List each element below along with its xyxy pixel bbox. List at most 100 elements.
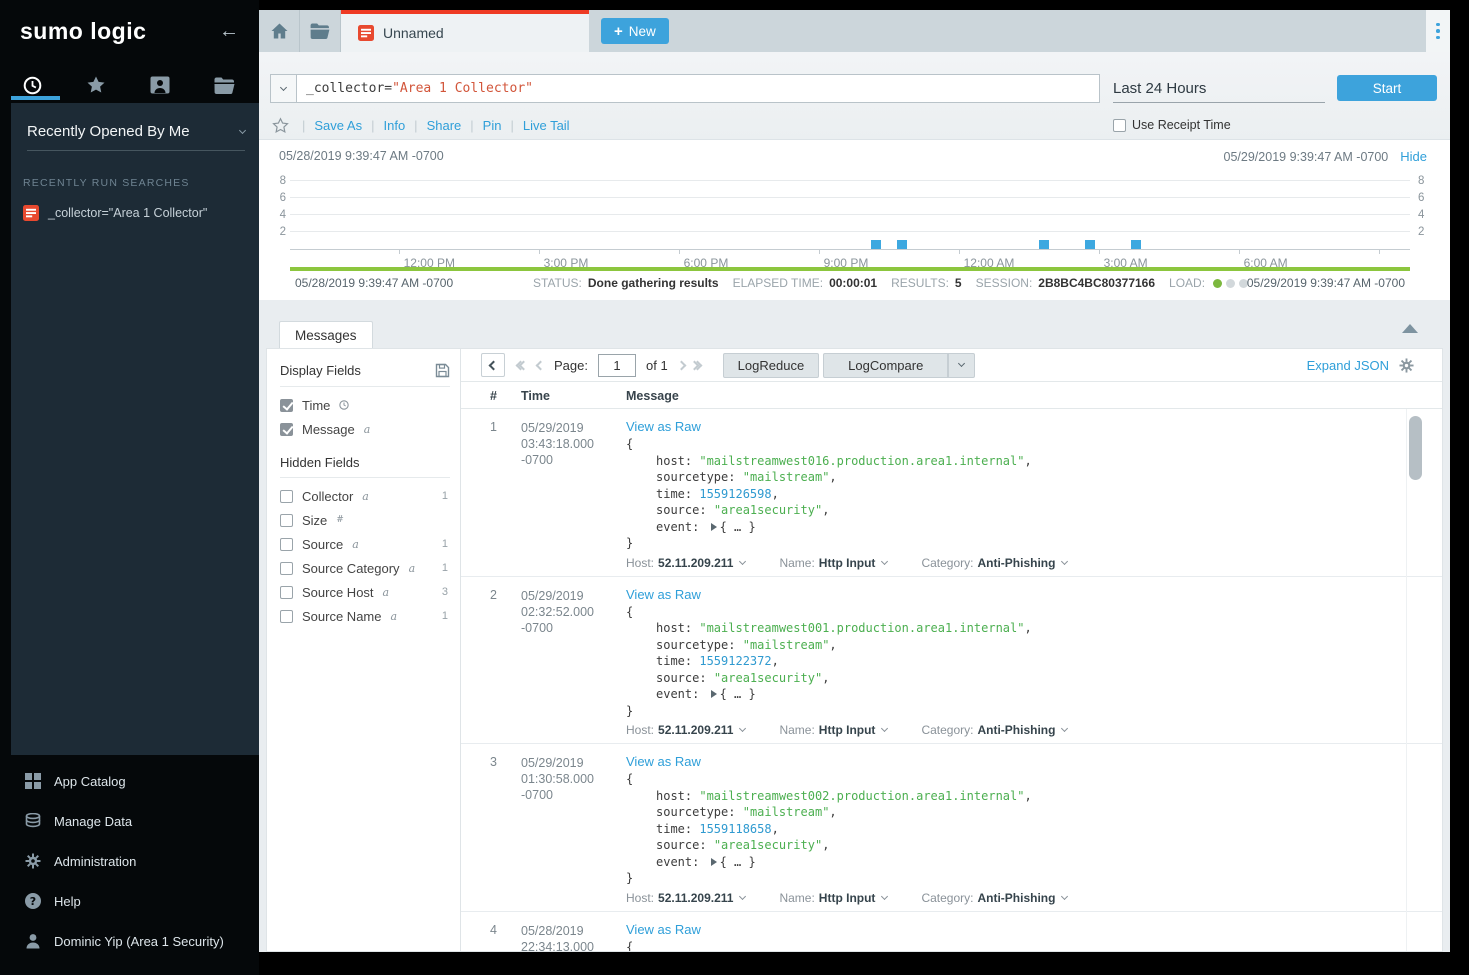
field-type-string: a <box>409 562 416 575</box>
message-list: Page: of 1 LogReduce LogCompare Expand J… <box>461 349 1442 951</box>
table-row[interactable]: 1 05/29/201903:43:18.000 -0700 View as R… <box>461 409 1442 577</box>
sidebar-item-manage-data[interactable]: Manage Data <box>0 801 259 841</box>
scrollbar-thumb[interactable] <box>1409 416 1422 480</box>
home-button[interactable] <box>259 10 300 52</box>
sidebar-item-administration[interactable]: Administration <box>0 841 259 881</box>
field-item-source[interactable]: Source a 1 <box>280 532 450 556</box>
histogram-bar[interactable] <box>1039 240 1049 249</box>
personal-folder-tab-icon[interactable] <box>128 67 192 103</box>
next-page-button[interactable] <box>678 362 685 369</box>
meta-category-dropdown[interactable]: Category:Anti-Phishing <box>921 723 1067 737</box>
time-range-selector[interactable]: Last 24 Hours <box>1113 74 1325 103</box>
prev-page-button[interactable] <box>537 362 544 369</box>
y-axis-label: 2 <box>1418 226 1438 238</box>
recently-opened-header[interactable]: Recently Opened By Me <box>27 123 245 151</box>
expand-event-icon[interactable] <box>711 523 717 531</box>
field-item-source-category[interactable]: Source Category a 1 <box>280 556 450 580</box>
meta-host-dropdown[interactable]: Host:52.11.209.211 <box>626 556 745 570</box>
x-axis-tick <box>399 249 400 254</box>
sidebar-item-app-catalog[interactable]: App Catalog <box>0 761 259 801</box>
histogram-bar[interactable] <box>1131 240 1141 249</box>
view-as-raw-link[interactable]: View as Raw <box>626 419 701 434</box>
gear-icon <box>25 853 41 869</box>
use-receipt-time-checkbox[interactable]: Use Receipt Time <box>1113 118 1231 132</box>
histogram-bar[interactable] <box>1085 240 1095 249</box>
json-message: { host: "mailstreamwest002.production.ar… <box>626 771 1442 887</box>
histogram-bar[interactable] <box>897 240 907 249</box>
meta-category-dropdown[interactable]: Category:Anti-Phishing <box>921 556 1067 570</box>
hide-histogram-link[interactable]: Hide <box>1400 149 1427 164</box>
y-axis-label: 8 <box>1418 175 1438 187</box>
sidebar-item-user-account[interactable]: Dominic Yip (Area 1 Security) <box>0 921 259 961</box>
collapse-fields-button[interactable] <box>481 353 505 377</box>
table-row[interactable]: 4 05/28/201922:34:13.000 -0700 View as R… <box>461 912 1442 952</box>
favorites-tab-star-icon[interactable] <box>64 67 128 103</box>
clock-type-icon <box>339 400 349 410</box>
view-as-raw-link[interactable]: View as Raw <box>626 754 701 769</box>
field-item-size[interactable]: Size # <box>280 508 450 532</box>
expand-event-icon[interactable] <box>711 858 717 866</box>
view-as-raw-link[interactable]: View as Raw <box>626 587 701 602</box>
expand-event-icon[interactable] <box>711 690 717 698</box>
meta-category-dropdown[interactable]: Category:Anti-Phishing <box>921 891 1067 905</box>
tab-label: Unnamed <box>383 25 444 41</box>
collapse-sidebar-icon[interactable]: ← <box>219 20 239 43</box>
field-item-source-name[interactable]: Source Name a 1 <box>280 604 450 628</box>
session-value: 2B8BC4BC80377166 <box>1038 276 1155 290</box>
meta-host-dropdown[interactable]: Host:52.11.209.211 <box>626 723 745 737</box>
new-tab-label: New <box>629 24 656 39</box>
y-axis-label: 2 <box>266 226 286 238</box>
y-axis-label: 6 <box>1418 192 1438 204</box>
meta-name-dropdown[interactable]: Name:Http Input <box>779 723 887 737</box>
tab-messages[interactable]: Messages <box>279 321 373 348</box>
user-icon <box>25 933 41 949</box>
fields-sidebar: Display Fields Time Message a Hidde <box>267 349 461 951</box>
scrollbar-track[interactable] <box>1406 409 1425 951</box>
search-query-input[interactable]: _collector="Area 1 Collector" <box>296 74 1100 103</box>
open-folder-button[interactable] <box>300 10 341 52</box>
divider: | <box>371 118 374 133</box>
query-history-dropdown[interactable] <box>270 74 296 103</box>
new-tab-button[interactable]: + New <box>601 18 669 44</box>
settings-gear-icon[interactable] <box>1399 358 1414 373</box>
field-label: Size <box>302 513 327 528</box>
meta-host-dropdown[interactable]: Host:52.11.209.211 <box>626 891 745 905</box>
histogram-bar[interactable] <box>871 240 881 249</box>
table-row[interactable]: 3 05/29/201901:30:58.000 -0700 View as R… <box>461 744 1442 912</box>
save-as-link[interactable]: Save As <box>314 118 362 133</box>
info-link[interactable]: Info <box>383 118 405 133</box>
message-rows: 1 05/29/201903:43:18.000 -0700 View as R… <box>461 409 1442 951</box>
field-item-collector[interactable]: Collector a 1 <box>280 484 450 508</box>
table-row[interactable]: 2 05/29/201902:32:52.000 -0700 View as R… <box>461 577 1442 745</box>
field-item-time[interactable]: Time <box>280 393 450 417</box>
tab-options-button[interactable] <box>1426 10 1450 52</box>
share-link[interactable]: Share <box>427 118 462 133</box>
pin-link[interactable]: Pin <box>483 118 502 133</box>
meta-name-dropdown[interactable]: Name:Http Input <box>779 556 887 570</box>
live-tail-link[interactable]: Live Tail <box>523 118 570 133</box>
expand-json-link[interactable]: Expand JSON <box>1307 358 1389 373</box>
first-page-button[interactable] <box>521 362 527 369</box>
page-number-input[interactable] <box>598 354 636 377</box>
sidebar-item-help[interactable]: ? Help <box>0 881 259 921</box>
meta-name-dropdown[interactable]: Name:Http Input <box>779 891 887 905</box>
last-page-button[interactable] <box>695 362 701 369</box>
logcompare-button[interactable]: LogCompare <box>823 353 948 378</box>
x-axis-tick <box>1239 249 1240 254</box>
logcompare-dropdown[interactable] <box>948 353 975 378</box>
save-fields-icon[interactable] <box>435 363 450 378</box>
divider: | <box>302 118 305 133</box>
tab-unnamed[interactable]: Unnamed <box>341 10 589 52</box>
messages-panel: Display Fields Time Message a Hidde <box>266 348 1443 952</box>
logreduce-button[interactable]: LogReduce <box>723 353 820 378</box>
view-as-raw-link[interactable]: View as Raw <box>626 922 701 937</box>
chevron-down-icon <box>239 126 246 133</box>
collapse-panel-icon[interactable] <box>1402 324 1418 333</box>
library-folder-tab-icon[interactable] <box>192 67 256 103</box>
recent-search-item[interactable]: _collector="Area 1 Collector" <box>23 205 259 221</box>
field-item-message[interactable]: Message a <box>280 417 450 441</box>
favorite-star-icon[interactable] <box>272 117 289 134</box>
field-item-source-host[interactable]: Source Host a 3 <box>280 580 450 604</box>
timeline-plot[interactable]: 8 6 4 2 8 6 4 2 12:00 PM3:00 PM6:00 PM9:… <box>290 172 1410 250</box>
start-search-button[interactable]: Start <box>1337 75 1437 101</box>
